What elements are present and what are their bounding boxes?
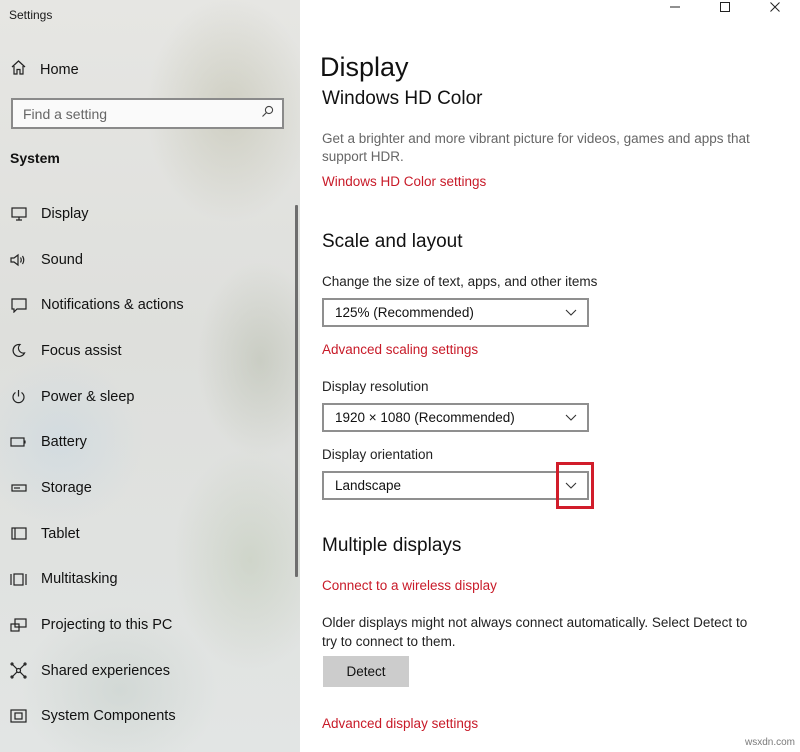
advanced-scaling-link[interactable]: Advanced scaling settings [322, 342, 478, 357]
search-box [11, 98, 284, 129]
scale-label: Change the size of text, apps, and other… [322, 274, 598, 289]
search-input[interactable] [23, 105, 243, 122]
sidebar-item-display[interactable]: Display [0, 191, 296, 237]
notification-icon [10, 297, 27, 314]
projecting-icon [10, 617, 27, 634]
sidebar-item-focus-assist[interactable]: Focus assist [0, 328, 296, 374]
battery-icon [10, 434, 27, 451]
sidebar-scrollbar[interactable] [295, 205, 298, 577]
sidebar-item-projecting[interactable]: Projecting to this PC [0, 602, 296, 648]
sidebar-item-sound[interactable]: Sound [0, 237, 296, 283]
main-content: Display Windows HD Color Get a brighter … [320, 0, 800, 752]
speaker-icon [10, 251, 27, 268]
monitor-icon [10, 205, 27, 222]
resolution-dropdown[interactable]: 1920 × 1080 (Recommended) [322, 403, 589, 432]
highlight-box [556, 462, 594, 509]
home-label: Home [40, 62, 79, 78]
shared-experiences-icon [10, 662, 27, 679]
sidebar-item-label: Sound [41, 251, 83, 268]
watermark: wsxdn.com [744, 737, 795, 748]
detect-button[interactable]: Detect [323, 656, 409, 687]
sidebar-item-label: Multitasking [41, 571, 118, 588]
sidebar-item-power-sleep[interactable]: Power & sleep [0, 374, 296, 420]
orientation-label: Display orientation [322, 447, 434, 462]
sidebar-item-label: Tablet [41, 525, 80, 542]
sidebar-item-label: Battery [41, 434, 87, 451]
sidebar-item-shared-experiences[interactable]: Shared experiences [0, 648, 296, 694]
tablet-icon [10, 525, 27, 542]
multitasking-icon [10, 571, 27, 588]
hd-color-description: Get a brighter and more vibrant picture … [322, 131, 750, 164]
sidebar-item-label: System Components [41, 708, 176, 725]
sidebar-item-label: Projecting to this PC [41, 617, 173, 634]
sidebar-nav: Display Sound Notifications & actions Fo… [0, 191, 296, 739]
advanced-display-link[interactable]: Advanced display settings [322, 716, 478, 731]
sidebar-item-label: Focus assist [41, 342, 122, 359]
sidebar: Settings Home System Display So [0, 0, 300, 752]
sidebar-item-label: Power & sleep [41, 388, 135, 405]
sidebar-item-tablet[interactable]: Tablet [0, 511, 296, 557]
resolution-value: 1920 × 1080 (Recommended) [335, 410, 515, 425]
sidebar-item-system-components[interactable]: System Components [0, 694, 296, 740]
orientation-value: Landscape [335, 478, 402, 493]
home-icon [10, 59, 27, 81]
search-icon[interactable] [261, 105, 274, 123]
sidebar-item-label: Notifications & actions [41, 297, 184, 314]
orientation-dropdown[interactable]: Landscape [322, 471, 589, 500]
scale-dropdown[interactable]: 125% (Recommended) [322, 298, 589, 327]
scale-layout-heading: Scale and layout [322, 231, 463, 252]
app-title: Settings [9, 8, 53, 22]
sidebar-item-label: Shared experiences [41, 662, 170, 679]
section-label-system: System [10, 150, 60, 166]
home-nav-item[interactable]: Home [10, 59, 79, 81]
sidebar-item-label: Display [41, 205, 89, 222]
hd-color-settings-link[interactable]: Windows HD Color settings [322, 174, 486, 189]
resolution-label: Display resolution [322, 379, 429, 394]
sidebar-item-label: Storage [41, 479, 92, 496]
chevron-down-icon [565, 409, 577, 427]
system-components-icon [10, 708, 27, 725]
power-icon [10, 388, 27, 405]
multiple-displays-description: Older displays might not always connect … [322, 615, 748, 649]
sidebar-item-multitasking[interactable]: Multitasking [0, 557, 296, 603]
wireless-display-link[interactable]: Connect to a wireless display [322, 578, 497, 593]
multiple-displays-heading: Multiple displays [322, 535, 462, 556]
scale-value: 125% (Recommended) [335, 305, 474, 320]
moon-icon [10, 342, 27, 359]
sidebar-item-notifications[interactable]: Notifications & actions [0, 282, 296, 328]
storage-icon [10, 479, 27, 496]
hd-color-heading: Windows HD Color [322, 88, 483, 109]
page-title: Display [320, 52, 409, 82]
sidebar-item-battery[interactable]: Battery [0, 419, 296, 465]
chevron-down-icon [565, 304, 577, 322]
sidebar-item-storage[interactable]: Storage [0, 465, 296, 511]
